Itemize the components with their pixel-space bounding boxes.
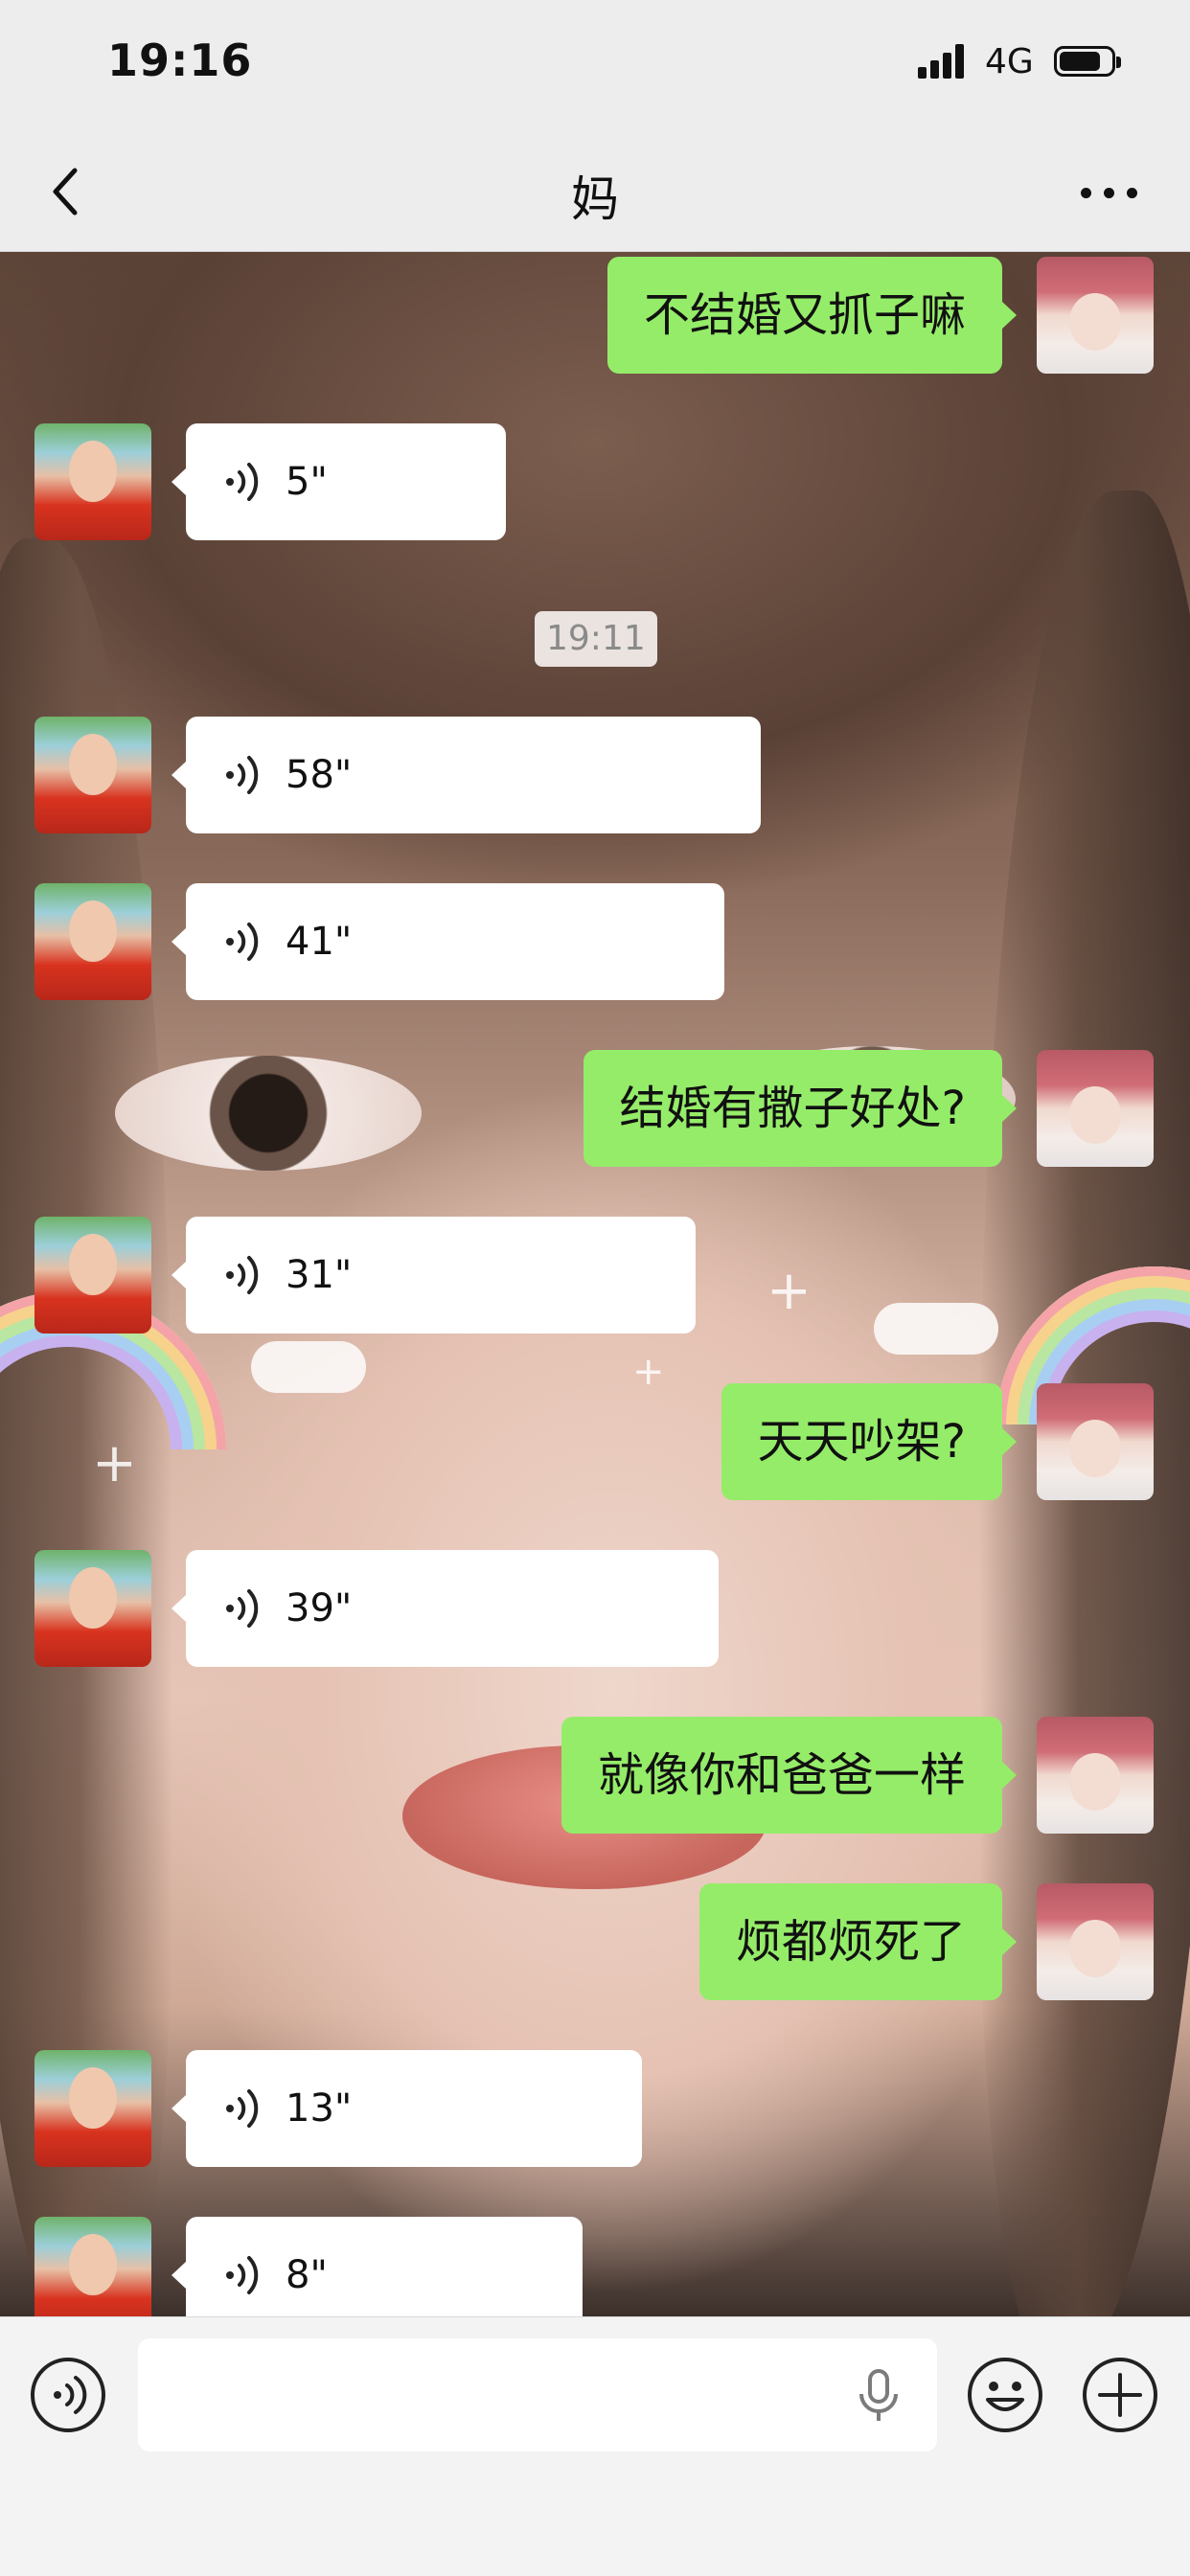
wallpaper-sparkle: + <box>92 1432 137 1494</box>
wallpaper-sparkle: + <box>767 1260 812 1322</box>
sent-text-bubble[interactable]: 结婚有撒子好处? <box>583 1050 1018 1167</box>
sent-text-bubble[interactable]: 烦都烦死了 <box>698 1883 1018 2000</box>
voice-wave-icon <box>226 2256 259 2294</box>
plus-icon[interactable] <box>1081 2356 1159 2434</box>
voice-duration: 5" <box>286 460 328 504</box>
voice-mode-icon[interactable] <box>29 2356 107 2434</box>
sent-text-bubble[interactable]: 就像你和爸爸一样 <box>561 1717 1018 1834</box>
message-text: 烦都烦死了 <box>735 1915 966 1969</box>
voice-message-bubble[interactable]: 13" <box>172 2050 642 2167</box>
voice-wave-icon <box>226 2089 259 2128</box>
voice-wave-icon <box>226 1256 259 1294</box>
message-text: 不结婚又抓子嘛 <box>643 288 966 342</box>
ellipsis-icon[interactable] <box>1081 182 1138 201</box>
chat-header: 妈 <box>0 134 1190 252</box>
voice-message-bubble[interactable]: 39" <box>172 1550 719 1667</box>
wallpaper-cloud <box>874 1303 998 1355</box>
message-text: 就像你和爸爸一样 <box>597 1748 966 1802</box>
voice-duration: 39" <box>286 1586 353 1630</box>
battery-icon <box>1054 46 1121 77</box>
voice-message-bubble[interactable]: 41" <box>172 883 724 1000</box>
contact-avatar[interactable] <box>34 1550 151 1667</box>
signal-strength-icon <box>918 44 968 79</box>
wallpaper-cloud <box>251 1341 366 1393</box>
voice-message-bubble[interactable]: 5" <box>172 423 506 540</box>
contact-avatar[interactable] <box>34 423 151 540</box>
sent-text-bubble[interactable]: 天天吵架? <box>721 1383 1018 1500</box>
voice-wave-icon <box>226 923 259 961</box>
wallpaper-sparkle: + <box>632 1350 665 1394</box>
contact-avatar[interactable] <box>34 883 151 1000</box>
message-input[interactable] <box>138 2338 937 2451</box>
voice-duration: 58" <box>286 753 353 797</box>
voice-wave-icon <box>226 1589 259 1628</box>
battery-level <box>1060 52 1100 71</box>
voice-wave-icon <box>226 463 259 501</box>
voice-duration: 31" <box>286 1253 353 1297</box>
my-avatar[interactable] <box>1037 1383 1154 1500</box>
voice-duration: 13" <box>286 2086 353 2131</box>
network-type: 4G <box>985 42 1034 81</box>
contact-avatar[interactable] <box>34 717 151 833</box>
message-text: 天天吵架? <box>757 1415 966 1469</box>
contact-avatar[interactable] <box>34 2050 151 2167</box>
voice-duration: 41" <box>286 920 353 964</box>
voice-message-bubble[interactable]: 31" <box>172 1217 696 1334</box>
message-text: 结婚有撒子好处? <box>619 1082 966 1135</box>
my-avatar[interactable] <box>1037 257 1154 374</box>
microphone-icon[interactable] <box>852 2367 905 2425</box>
voice-wave-icon <box>226 756 259 794</box>
emoji-icon[interactable] <box>966 2356 1044 2434</box>
status-bar: 19:16 4G <box>0 0 1190 134</box>
my-avatar[interactable] <box>1037 1717 1154 1834</box>
chat-input-bar <box>0 2316 1190 2576</box>
contact-avatar[interactable] <box>34 1217 151 1334</box>
wallpaper-eye-left <box>115 1056 422 1171</box>
chat-title: 妈 <box>571 171 619 227</box>
sent-text-bubble[interactable]: 不结婚又抓子嘛 <box>606 257 1018 374</box>
status-time: 19:16 <box>107 34 253 86</box>
my-avatar[interactable] <box>1037 1883 1154 2000</box>
my-avatar[interactable] <box>1037 1050 1154 1167</box>
voice-message-bubble[interactable]: 58" <box>172 717 761 833</box>
chat-timestamp: 19:11 <box>535 611 657 667</box>
